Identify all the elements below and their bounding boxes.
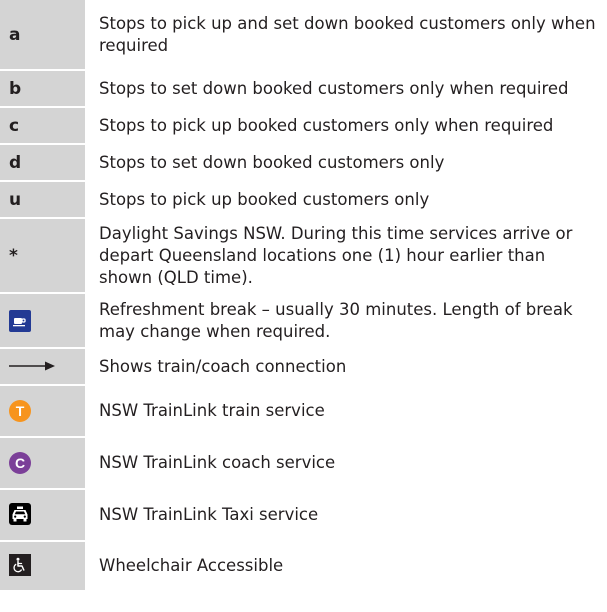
- legend-row-c: c Stops to pick up booked customers only…: [0, 107, 607, 144]
- legend-row-wheelchair: Wheelchair Accessible: [0, 541, 607, 591]
- description-d: Stops to set down booked customers only: [99, 152, 445, 172]
- right-arrow-icon: [9, 357, 57, 377]
- legend-row-taxi: NSW TrainLink Taxi service: [0, 489, 607, 541]
- legend-row-u: u Stops to pick up booked customers only: [0, 181, 607, 218]
- symbol-u: u: [0, 181, 85, 218]
- description-b: Stops to set down booked customers only …: [99, 78, 569, 98]
- description-connection: Shows train/coach connection: [99, 356, 347, 376]
- symbol-b: b: [0, 70, 85, 107]
- symbol-c: c: [0, 107, 85, 144]
- description-train: NSW TrainLink train service: [99, 401, 325, 420]
- description-a: Stops to pick up and set down booked cus…: [99, 13, 596, 55]
- symbol-connection: [0, 348, 85, 385]
- coach-service-icon: C: [9, 452, 31, 474]
- legend-row-refreshment: Refreshment break – usually 30 minutes. …: [0, 293, 607, 348]
- refreshment-cup-icon: [9, 309, 31, 332]
- legend-table: a Stops to pick up and set down booked c…: [0, 0, 607, 592]
- train-service-icon: T: [9, 400, 31, 422]
- description-wheelchair: Wheelchair Accessible: [99, 556, 284, 575]
- symbol-wheelchair: [0, 541, 85, 591]
- description-refreshment: Refreshment break – usually 30 minutes. …: [99, 299, 573, 341]
- description-c: Stops to pick up booked customers only w…: [99, 115, 554, 135]
- legend-row-train: T NSW TrainLink train service: [0, 385, 607, 437]
- symbol-coach: C: [0, 437, 85, 489]
- symbol-taxi: [0, 489, 85, 541]
- legend-row-b: b Stops to set down booked customers onl…: [0, 70, 607, 107]
- legend-row-d: d Stops to set down booked customers onl…: [0, 144, 607, 181]
- taxi-icon: [9, 503, 31, 525]
- legend-row-daylight-savings: * Daylight Savings NSW. During this time…: [0, 218, 607, 293]
- legend-row-connection: Shows train/coach connection: [0, 348, 607, 385]
- symbol-refreshment: [0, 293, 85, 348]
- description-taxi: NSW TrainLink Taxi service: [99, 505, 319, 524]
- wheelchair-icon: [9, 554, 31, 576]
- symbol-a: a: [0, 0, 85, 70]
- symbol-asterisk: *: [0, 218, 85, 293]
- legend-row-a: a Stops to pick up and set down booked c…: [0, 0, 607, 70]
- symbol-train: T: [0, 385, 85, 437]
- description-u: Stops to pick up booked customers only: [99, 189, 430, 209]
- description-daylight-savings: Daylight Savings NSW. During this time s…: [99, 223, 573, 287]
- description-coach: NSW TrainLink coach service: [99, 453, 336, 472]
- legend-row-coach: C NSW TrainLink coach service: [0, 437, 607, 489]
- symbol-d: d: [0, 144, 85, 181]
